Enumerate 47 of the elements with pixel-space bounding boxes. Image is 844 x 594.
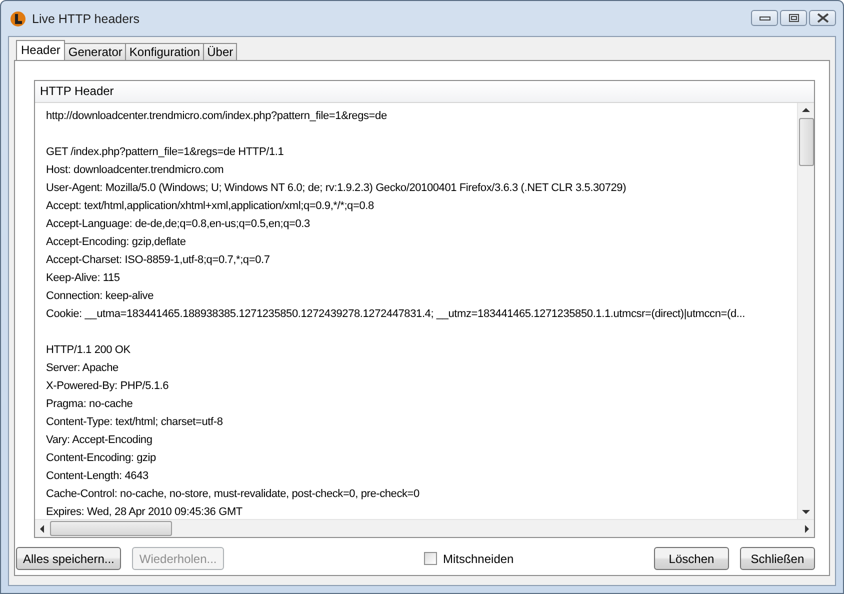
scroll-up-icon[interactable] [802, 107, 810, 112]
close-icon [816, 13, 830, 23]
header-line: Accept: text/html,application/xhtml+xml,application/xml;q=0.9,*/*;q=0.8 [46, 199, 375, 214]
checkbox[interactable] [424, 552, 438, 565]
checkbox-label: Mitschneiden [443, 552, 514, 566]
scroll-thumb[interactable] [50, 521, 172, 536]
dialog-button[interactable]: Alles speichern... [16, 547, 122, 570]
window-title: Live HTTP headers [32, 12, 140, 26]
tab[interactable]: Generator [64, 43, 126, 60]
minimize-icon [758, 14, 770, 22]
dialog-button[interactable]: Schließen [740, 547, 815, 570]
header-line: Vary: Accept-Encoding [46, 433, 154, 448]
tab[interactable]: Über [203, 43, 238, 60]
header-line: X-Powered-By: PHP/5.1.6 [46, 379, 170, 394]
header-line: GET /index.php?pattern_file=1&regs=de HTTP/1.1 [46, 145, 285, 160]
header-line: Accept-Encoding: gzip,deflate [46, 235, 187, 250]
header-line: Server: Apache [46, 361, 120, 376]
header-line: User-Agent: Mozilla/5.0 (Windows; U; Windows NT 6.0; de; rv:1.9.2.3) Gecko/20100401 Firefox/3.6.3 (.NET CLR 3.5.30729) [46, 181, 628, 196]
scroll-down-icon[interactable] [802, 510, 810, 515]
maximize-icon [788, 13, 800, 23]
header-line: Host: downloadcenter.trendmicro.com [46, 163, 225, 178]
maximize-button[interactable] [780, 10, 807, 26]
tab[interactable]: Konfiguration [125, 43, 204, 60]
scroll-right-icon[interactable] [805, 524, 810, 532]
header-line: Accept-Language: de-de,de;q=0.8,en-us;q=0.5,en;q=0.3 [46, 217, 311, 232]
header-line: http://downloadcenter.trendmicro.com/index.php?pattern_file=1&regs=de [46, 109, 388, 124]
header-line: Connection: keep-alive [46, 289, 155, 304]
header-line: Keep-Alive: 115 [46, 271, 121, 286]
app-logo-icon [10, 10, 26, 26]
header-line: Cookie: __utma=183441465.188938385.1271235850.1272439278.1272447831.4; __utmz=183441465.1271235850.1.1.utmcsr=(direct)|utmccn=(d... [46, 307, 746, 322]
header-line: Content-Type: text/html; charset=utf-8 [46, 415, 224, 430]
tab[interactable]: Header [16, 40, 66, 60]
header-line: Content-Encoding: gzip [46, 451, 157, 466]
scroll-thumb[interactable] [798, 118, 814, 166]
minimize-button[interactable] [751, 10, 778, 26]
dialog-button[interactable]: Löschen [654, 547, 729, 570]
header-line: Cache-Control: no-cache, no-store, must-revalidate, post-check=0, pre-check=0 [46, 487, 420, 502]
header-line: Expires: Wed, 28 Apr 2010 09:45:36 GMT [46, 505, 244, 519]
horizontal-scrollbar[interactable] [35, 519, 814, 537]
close-button[interactable] [809, 10, 836, 26]
header-line: HTTP/1.1 200 OK [46, 343, 132, 358]
vertical-scrollbar[interactable] [797, 103, 814, 519]
header-line: Content-Length: 4643 [46, 469, 150, 484]
column-header: HTTP Header [35, 81, 814, 103]
header-line: Pragma: no-cache [46, 397, 134, 412]
scroll-left-icon[interactable] [39, 524, 44, 532]
header-line: Accept-Charset: ISO-8859-1,utf-8;q=0.7,*;q=0.7 [46, 253, 271, 268]
